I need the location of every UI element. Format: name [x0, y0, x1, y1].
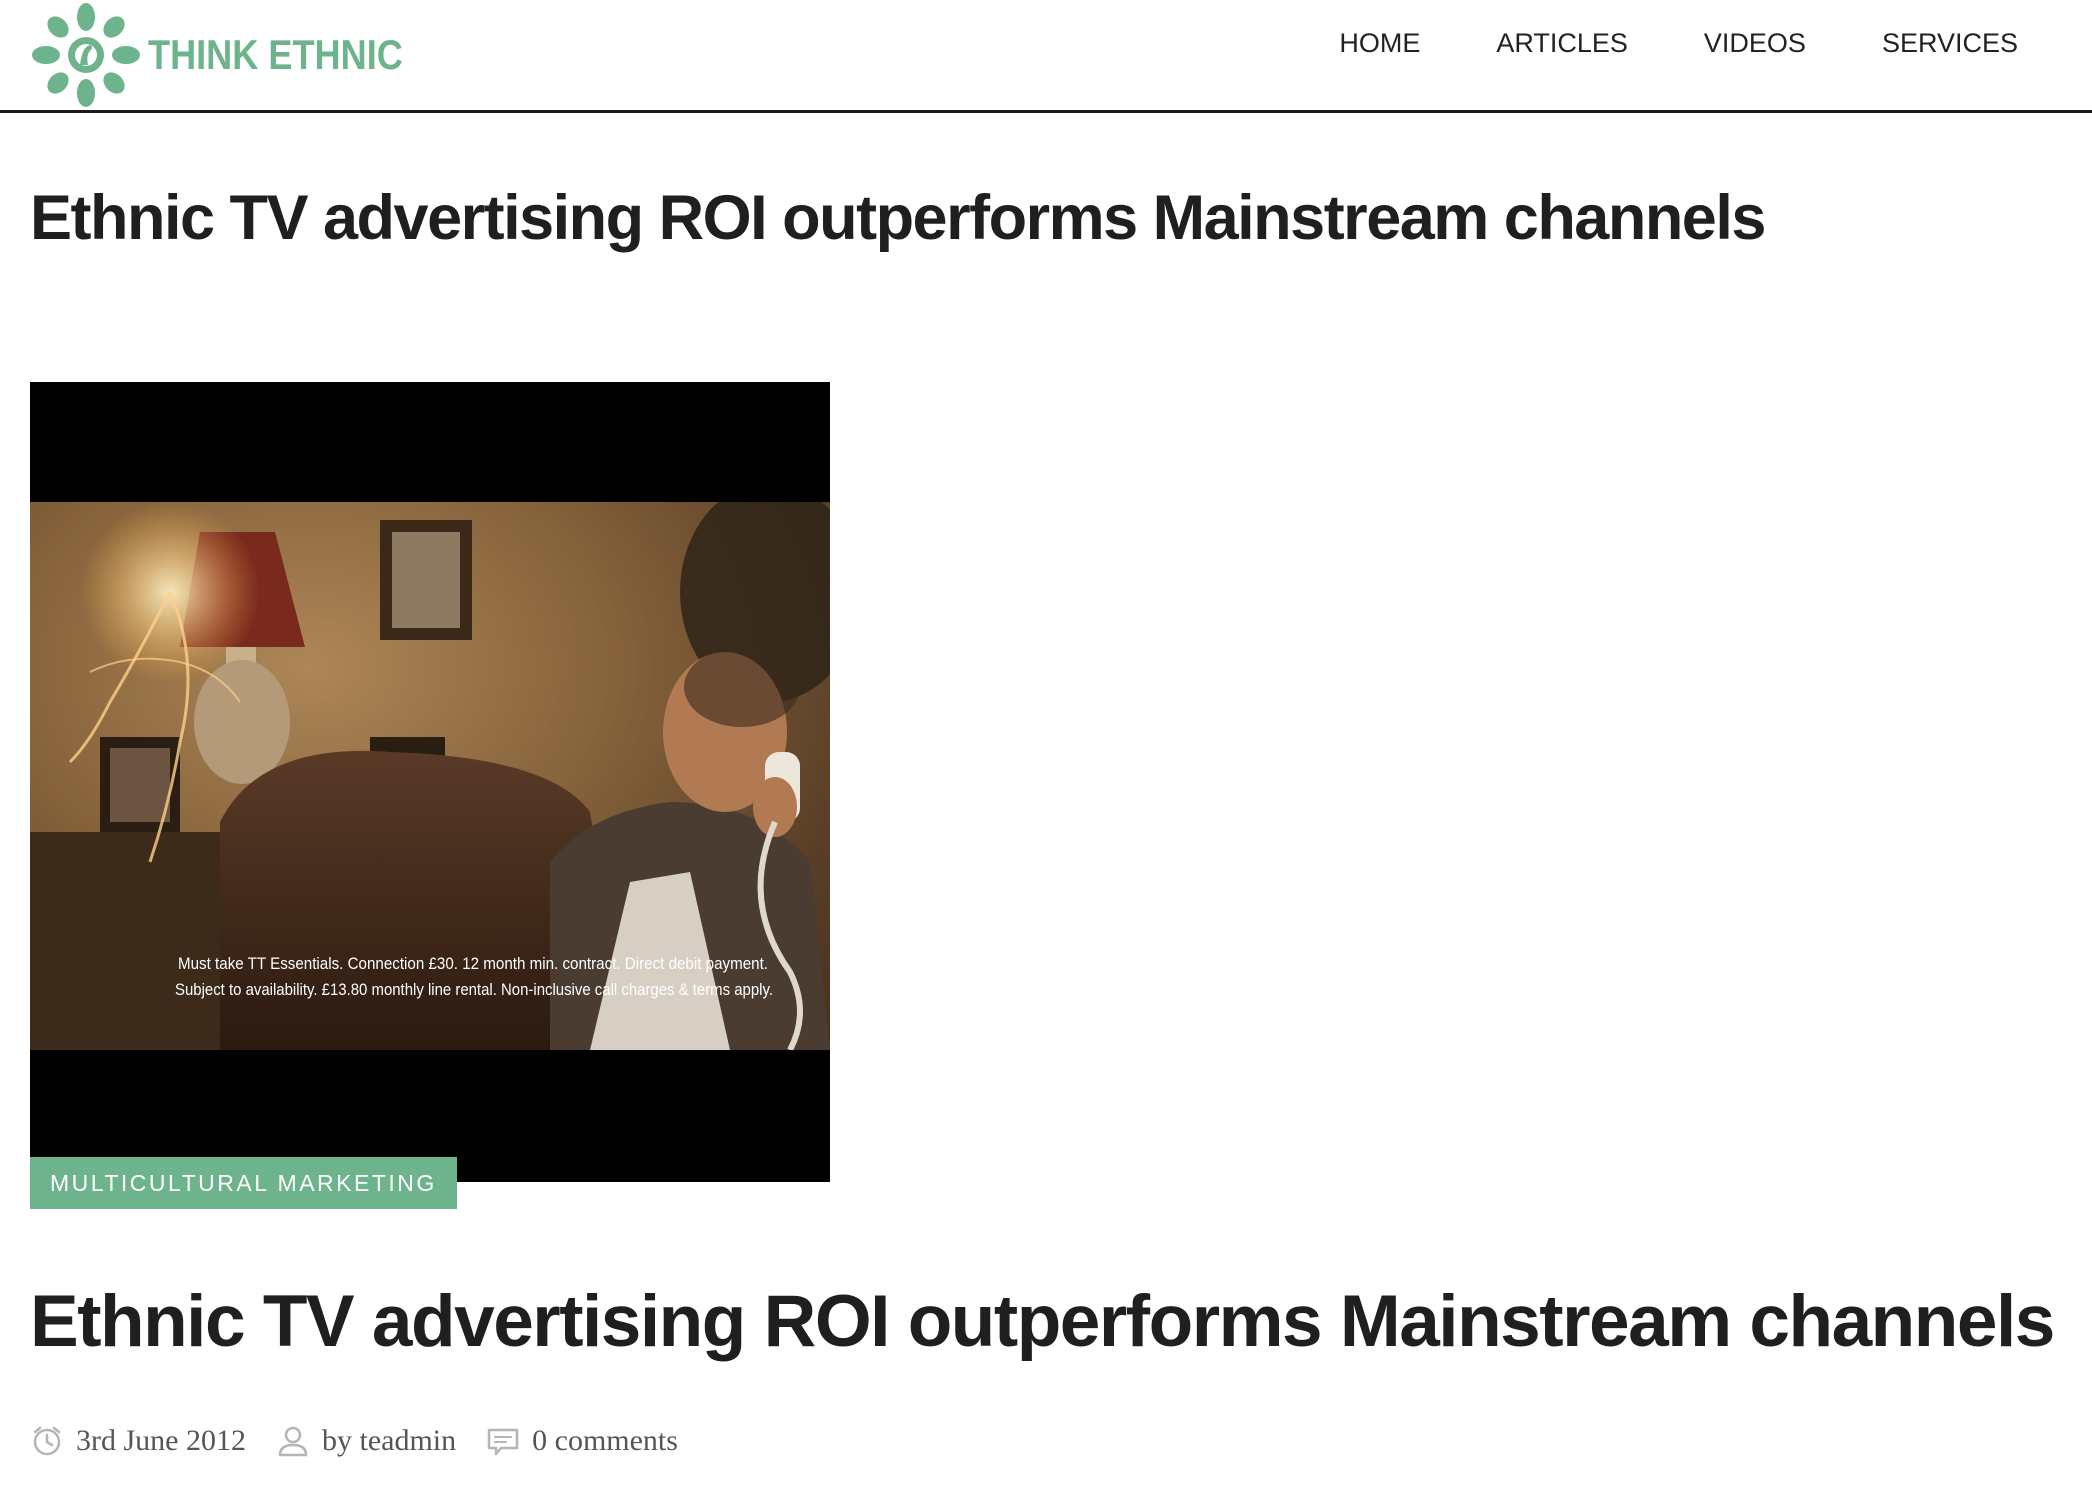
user-icon	[278, 1426, 308, 1457]
category-badge[interactable]: MULTICULTURAL MARKETING	[30, 1157, 457, 1209]
featured-photo: Must take TT Essentials. Connection £30.…	[30, 502, 830, 1050]
clock-icon	[33, 1426, 61, 1456]
photo-caption-line-2: Subject to availability. £13.80 monthly …	[175, 980, 773, 999]
comment-icon	[487, 1428, 519, 1456]
post-author: by teadmin	[276, 1424, 456, 1458]
nav-home[interactable]: HOME	[1339, 30, 1420, 57]
site-logo[interactable]: THINK ETHNIC	[30, 3, 444, 107]
site-header: THINK ETHNIC HOME ARTICLES VIDEOS SERVIC…	[0, 0, 2092, 113]
post-author-link[interactable]: by teadmin	[322, 1424, 456, 1458]
nav-services[interactable]: SERVICES	[1882, 30, 2018, 57]
page-title: Ethnic TV advertising ROI outperforms Ma…	[30, 183, 1766, 253]
brand-name: THINK ETHNIC	[148, 31, 403, 78]
photo-caption-overlay: Must take TT Essentials. Connection £30.…	[175, 954, 773, 999]
post-meta: 3rd June 2012 by teadmin 0 comments	[30, 1424, 708, 1458]
post-date: 3rd June 2012	[30, 1424, 246, 1458]
nav-articles[interactable]: ARTICLES	[1496, 30, 1628, 57]
peacock-mandala-icon	[32, 3, 140, 107]
post-date-text: 3rd June 2012	[76, 1424, 246, 1457]
photo-caption-line-1: Must take TT Essentials. Connection £30.…	[178, 954, 768, 973]
nav-videos[interactable]: VIDEOS	[1704, 30, 1806, 57]
post-comments: 0 comments	[486, 1424, 678, 1458]
post-comments-link[interactable]: 0 comments	[532, 1424, 678, 1458]
featured-image[interactable]: Must take TT Essentials. Connection £30.…	[30, 382, 830, 1182]
main-nav: HOME ARTICLES VIDEOS SERVICES	[1263, 30, 2018, 57]
post-title[interactable]: Ethnic TV advertising ROI outperforms Ma…	[30, 1280, 2055, 1363]
